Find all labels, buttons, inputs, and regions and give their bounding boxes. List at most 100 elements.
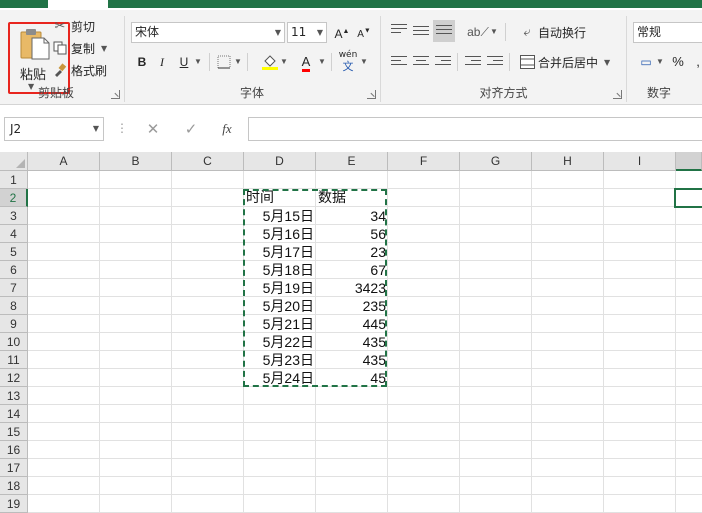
dialog-launcher-icon[interactable] (367, 90, 376, 99)
number-format-select[interactable]: 常规 (633, 22, 702, 43)
increase-indent-icon[interactable] (487, 56, 503, 70)
drag-handle-icon[interactable]: ⋮ (116, 121, 128, 135)
comma-icon: , (696, 54, 700, 69)
tab-strip-left (0, 0, 48, 8)
italic-button[interactable]: I (153, 52, 171, 72)
row-header-9[interactable]: 9 (0, 315, 28, 333)
row-header-14[interactable]: 14 (0, 405, 28, 423)
font-color-dropdown-chevron-icon[interactable]: ▼ (317, 52, 327, 72)
chevron-down-icon[interactable]: ▼ (101, 44, 107, 53)
phonetic-dropdown-chevron-icon[interactable]: ▼ (359, 52, 369, 72)
dialog-launcher-icon[interactable] (613, 90, 622, 99)
cancel-button[interactable]: ✕ (142, 119, 164, 139)
row-header-10[interactable]: 10 (0, 333, 28, 351)
align-center-icon[interactable] (413, 56, 429, 70)
insert-function-button[interactable]: fx (216, 119, 238, 139)
divider (457, 53, 458, 71)
border-dropdown-chevron-icon[interactable]: ▼ (233, 52, 243, 72)
align-middle-icon[interactable] (413, 26, 429, 40)
worksheet-grid[interactable]: ABCDEFGHI 1 2 3 4 5 6 7 8 9 10 11 12 13 14 15 16 17 18 19 … (0, 152, 702, 513)
orientation-button[interactable]: ab⟋ (467, 22, 489, 42)
percent-style-button[interactable]: % (669, 52, 687, 72)
column-header-j[interactable] (676, 152, 702, 171)
phonetic-guide-button[interactable]: wén 文 (337, 50, 359, 73)
comma-style-button[interactable]: , (689, 52, 702, 72)
ribbon: 粘贴 ▼ ✂ 剪切 复制 ▼ 格式刷 剪贴板 宋体 ▼ 11 ▼ A▲ A▼ B… (0, 10, 702, 105)
decrease-font-size-button[interactable]: A▼ (355, 22, 373, 42)
font-color-button[interactable]: A (297, 52, 315, 72)
column-header-a[interactable]: A (28, 152, 100, 171)
phonetic-wen-glyph: 文 (342, 60, 354, 73)
merge-center-label: 合并后居中 (538, 55, 599, 70)
column-header-c[interactable]: C (172, 152, 244, 171)
column-gridline (531, 171, 532, 513)
row-header-16[interactable]: 16 (0, 441, 28, 459)
column-header-f[interactable]: F (388, 152, 460, 171)
column-header-h[interactable]: H (532, 152, 604, 171)
column-header-i[interactable]: I (604, 152, 676, 171)
copy-button[interactable]: 复制 ▼ (52, 38, 107, 58)
fill-color-button[interactable] (261, 52, 279, 72)
column-gridline (603, 171, 604, 513)
formula-input[interactable] (248, 117, 702, 141)
merge-cells-icon (519, 54, 535, 70)
row-header-15[interactable]: 15 (0, 423, 28, 441)
copy-icon (52, 40, 68, 56)
column-header-d[interactable]: D (244, 152, 316, 171)
row-header-12[interactable]: 12 (0, 369, 28, 387)
wrap-text-button[interactable]: ⤶ 自动换行 (519, 22, 586, 42)
active-cell-j2[interactable] (674, 188, 702, 208)
underline-dropdown-chevron-icon[interactable]: ▼ (193, 52, 203, 72)
font-name-select[interactable]: 宋体 ▼ (131, 22, 285, 43)
row-gridline (28, 440, 702, 441)
row-header-8[interactable]: 8 (0, 297, 28, 315)
column-header-b[interactable]: B (100, 152, 172, 171)
align-right-icon[interactable] (435, 56, 451, 70)
row-gridline (28, 494, 702, 495)
row-header-18[interactable]: 18 (0, 477, 28, 495)
font-group: 宋体 ▼ 11 ▼ A▲ A▼ B I U ▼ ▼ ▼ A ▼ wén 文 ▼ … (125, 10, 379, 105)
row-header-6[interactable]: 6 (0, 261, 28, 279)
fill-color-dropdown-chevron-icon[interactable]: ▼ (279, 52, 289, 72)
row-header-1[interactable]: 1 (0, 171, 28, 189)
row-header-3[interactable]: 3 (0, 207, 28, 225)
font-color-icon: A (301, 55, 311, 72)
format-painter-button[interactable]: 格式刷 (52, 60, 107, 80)
align-left-icon[interactable] (391, 56, 407, 70)
dialog-launcher-icon[interactable] (111, 90, 120, 99)
merge-center-button[interactable]: 合并后居中 ▼ (519, 52, 610, 72)
row-header-7[interactable]: 7 (0, 279, 28, 297)
border-button[interactable] (215, 52, 233, 72)
row-gridline (28, 476, 702, 477)
bold-button[interactable]: B (133, 52, 151, 72)
divider (209, 53, 210, 71)
increase-font-size-button[interactable]: A▲ (333, 22, 351, 42)
chevron-down-icon[interactable]: ▼ (604, 58, 610, 67)
name-box[interactable]: J2 ▼ (4, 117, 104, 141)
accounting-dropdown-chevron-icon[interactable]: ▼ (655, 52, 665, 72)
select-all-button[interactable] (0, 152, 28, 171)
align-top-icon[interactable] (391, 24, 407, 38)
copy-marquee (243, 189, 387, 387)
row-header-11[interactable]: 11 (0, 351, 28, 369)
column-header-g[interactable]: G (460, 152, 532, 171)
row-header-19[interactable]: 19 (0, 495, 28, 513)
paintbrush-icon (52, 62, 68, 78)
orientation-dropdown-chevron-icon[interactable]: ▼ (489, 22, 499, 42)
decrease-indent-icon[interactable] (465, 56, 481, 70)
underline-button[interactable]: U (175, 52, 193, 72)
column-header-e[interactable]: E (316, 152, 388, 171)
align-bottom-icon[interactable] (433, 20, 455, 42)
row-header-5[interactable]: 5 (0, 243, 28, 261)
row-header-2[interactable]: 2 (0, 189, 28, 207)
column-gridline (99, 171, 100, 513)
row-header-4[interactable]: 4 (0, 225, 28, 243)
enter-button[interactable]: ✓ (180, 119, 202, 139)
font-size-select[interactable]: 11 ▼ (287, 22, 327, 43)
divider (509, 53, 510, 71)
cut-button[interactable]: ✂ 剪切 (52, 16, 95, 36)
font-size-value: 11 (291, 25, 307, 39)
row-header-13[interactable]: 13 (0, 387, 28, 405)
row-header-17[interactable]: 17 (0, 459, 28, 477)
accounting-format-button[interactable]: ▭ (635, 52, 657, 72)
